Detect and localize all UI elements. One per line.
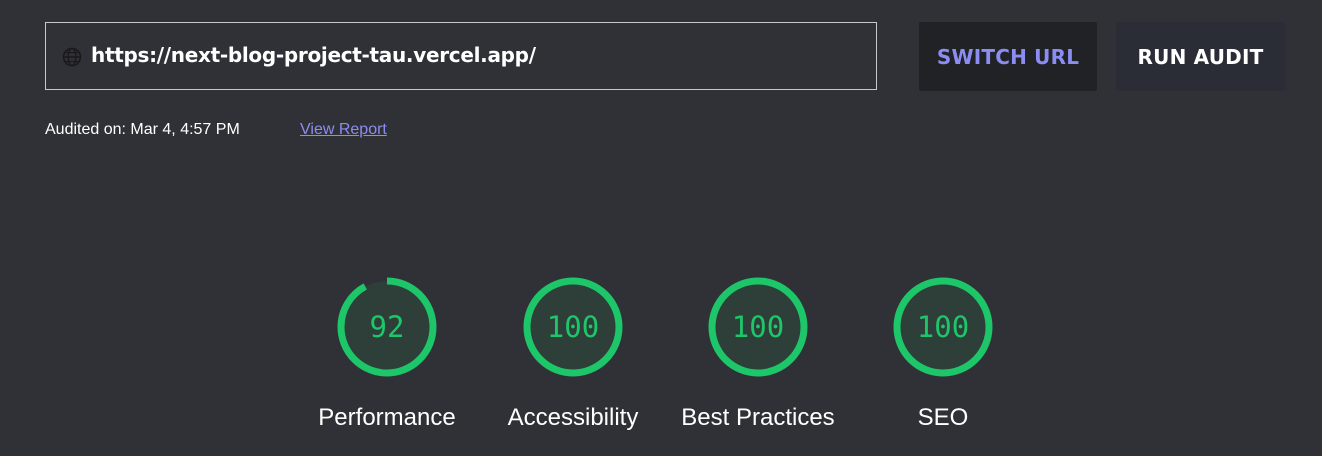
gauge-seo-value: 100: [916, 310, 970, 344]
gauge-performance-label: Performance: [318, 404, 456, 431]
gauge-seo-label: SEO: [917, 404, 969, 431]
audited-on-text: Audited on: Mar 4, 4:57 PM: [45, 121, 240, 138]
gauge-performance-value: 92: [369, 310, 405, 344]
switch-url-button[interactable]: SWITCH URL: [919, 22, 1097, 91]
gauge-accessibility[interactable]: 100: [521, 275, 625, 379]
gauge-best-practices-label: Best Practices: [681, 404, 835, 431]
gauge-accessibility-label: Accessibility: [507, 404, 639, 431]
run-audit-button[interactable]: RUN AUDIT: [1116, 22, 1285, 91]
gauge-best-practices-value: 100: [731, 310, 785, 344]
url-input[interactable]: https://next-blog-project-tau.vercel.app…: [45, 22, 877, 90]
gauge-accessibility-value: 100: [546, 310, 600, 344]
gauge-performance[interactable]: 92: [335, 275, 439, 379]
gauge-seo[interactable]: 100: [891, 275, 995, 379]
globe-icon: [62, 47, 82, 67]
gauge-best-practices[interactable]: 100: [706, 275, 810, 379]
view-report-link[interactable]: View Report: [300, 121, 387, 139]
url-value[interactable]: https://next-blog-project-tau.vercel.app…: [91, 43, 536, 67]
